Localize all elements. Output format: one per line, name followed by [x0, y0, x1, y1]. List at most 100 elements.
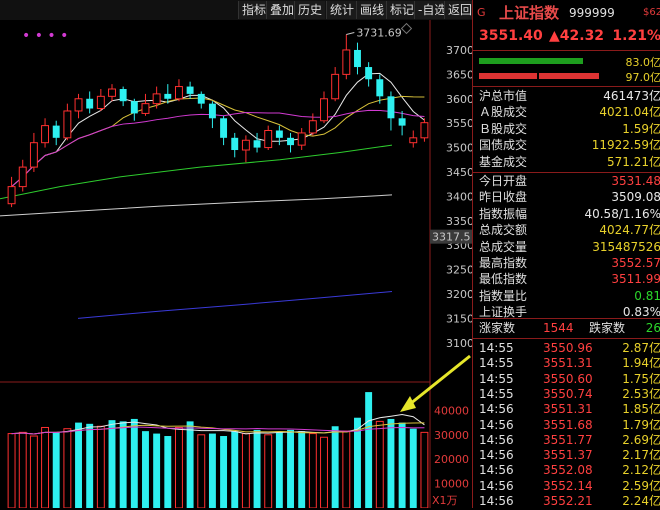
history-button[interactable]: 历史 [294, 1, 325, 19]
stat-value: 4024.77亿 [599, 222, 660, 239]
candle-body [387, 96, 394, 118]
volume-bar [198, 435, 205, 508]
volume-bar [30, 436, 37, 508]
quote-panel: G 上证指数 999999 $62 3551.40 ▲42.32 1.21% 8… [472, 0, 660, 508]
volume-bar [387, 419, 394, 508]
statistics-button[interactable]: 统计 [326, 1, 357, 19]
quote-header: G 上证指数 999999 $62 [473, 2, 660, 24]
index-name: 上证指数 [499, 2, 559, 24]
ma120-line [0, 195, 392, 216]
collapse-diamond-icon[interactable] [402, 24, 412, 34]
volume-bar [298, 431, 305, 508]
volume-bar [254, 430, 261, 508]
volume-bar [209, 434, 216, 508]
volume-bars [8, 392, 428, 508]
candle-body [399, 118, 406, 125]
candle-body [276, 130, 283, 137]
stat-row: 指数量比0.81 [473, 288, 660, 305]
stat-row: Ａ股成交4021.04亿 [473, 104, 660, 121]
chart-toolbar: 指标 叠加 历史 统计 画线 标记 -自选 返回 [0, 0, 472, 20]
ma20-line [12, 110, 425, 186]
volume-bar [332, 426, 339, 508]
stat-label: Ａ股成交 [479, 104, 527, 121]
volume-tick-label: 40000 [434, 404, 469, 417]
stat-row: 总成交量 315487526 [473, 239, 660, 256]
candle-body [254, 140, 261, 147]
candle-body [343, 50, 350, 74]
volume-tick-label: 20000 [434, 453, 469, 466]
candle-body [86, 99, 93, 109]
stat-row: 最高指数 3552.57 [473, 255, 660, 272]
peak-annotation: 3731.69 [346, 26, 402, 39]
stat-row: 沪总市值461473亿 [473, 88, 660, 105]
volume-bar [376, 421, 383, 508]
advancers-label: 涨家数 [479, 320, 515, 337]
peak-pointer [346, 32, 354, 34]
stat-label: 总成交量 [479, 239, 527, 256]
draw-line-button[interactable]: 画线 [356, 1, 387, 19]
stat-label: 基金成交 [479, 154, 527, 171]
candle-body [109, 89, 116, 96]
stat-label: 总成交额 [479, 222, 527, 239]
badge: G [477, 2, 486, 24]
volume-bar [242, 434, 249, 508]
volume-bar [421, 432, 428, 508]
price-tick-label: 3450 [446, 166, 472, 179]
stat-label: 最低指数 [479, 271, 527, 288]
mark-button[interactable]: 标记 [386, 1, 417, 19]
volume-bar [120, 421, 127, 508]
stat-row: 最低指数3511.99 [473, 271, 660, 288]
candle-body [164, 94, 171, 99]
tick-row[interactable]: 14:563552.212.24亿 [473, 493, 660, 510]
price-tick-label: 3550 [446, 117, 472, 130]
stat-label: 最高指数 [479, 255, 527, 272]
tick-volume: 2.24亿 [622, 493, 660, 510]
volume-bar [365, 392, 372, 508]
volume-bar [309, 434, 316, 508]
stat-row: 基金成交 571.21亿 [473, 154, 660, 171]
bar1-value: 83.0亿 [626, 54, 660, 70]
price-row: 3551.40 ▲42.32 1.21% [473, 26, 660, 46]
last-price: 3551.40 [479, 26, 543, 46]
candle-body [153, 94, 160, 104]
kline-chart[interactable]: • • • • 37003650360035503500345034003350… [0, 20, 472, 508]
volume-bar [97, 426, 104, 508]
volume-tick-label: 10000 [434, 478, 469, 491]
candle-body [42, 126, 49, 143]
candle-body [242, 140, 249, 150]
candle-body [97, 96, 104, 108]
stat-value: 3552.57 [611, 255, 660, 272]
volume-bar [265, 435, 272, 508]
volume-bar [142, 431, 149, 508]
candle-body [53, 126, 60, 138]
price-change: ▲42.32 [549, 26, 604, 46]
peak-label: 3731.69 [356, 26, 402, 39]
back-button[interactable]: 返回 [444, 1, 475, 19]
candle-body [198, 94, 205, 104]
stat-value: 571.21亿 [607, 154, 660, 171]
volume-bar [276, 432, 283, 508]
down-volume-bar-b [539, 73, 599, 79]
volume-bar [75, 423, 82, 508]
candle-body [287, 138, 294, 145]
volume-bar [86, 424, 93, 508]
volume-bar [64, 429, 71, 508]
volume-ma-lines [12, 415, 425, 434]
volume-bar [131, 419, 138, 508]
stat-value: 315487526 [592, 239, 660, 256]
candle-body [19, 167, 26, 187]
volume-bar [153, 434, 160, 508]
overlay-button[interactable]: 叠加 [266, 1, 297, 19]
volume-bar [220, 436, 227, 508]
volume-unit-label: X1万 [432, 494, 458, 507]
current-price-tag: 3317.5 [430, 230, 472, 244]
indicator-button[interactable]: 指标 [238, 1, 269, 19]
price-tick-label: 3150 [446, 312, 472, 325]
candle-body [321, 99, 328, 121]
candle-body [265, 130, 272, 147]
candlesticks [8, 34, 428, 207]
stat-value: 3509.08 [611, 189, 660, 206]
volume-bar [231, 431, 238, 508]
bar2-value: 97.0亿 [626, 69, 660, 85]
price-tick-label: 3500 [446, 142, 472, 155]
